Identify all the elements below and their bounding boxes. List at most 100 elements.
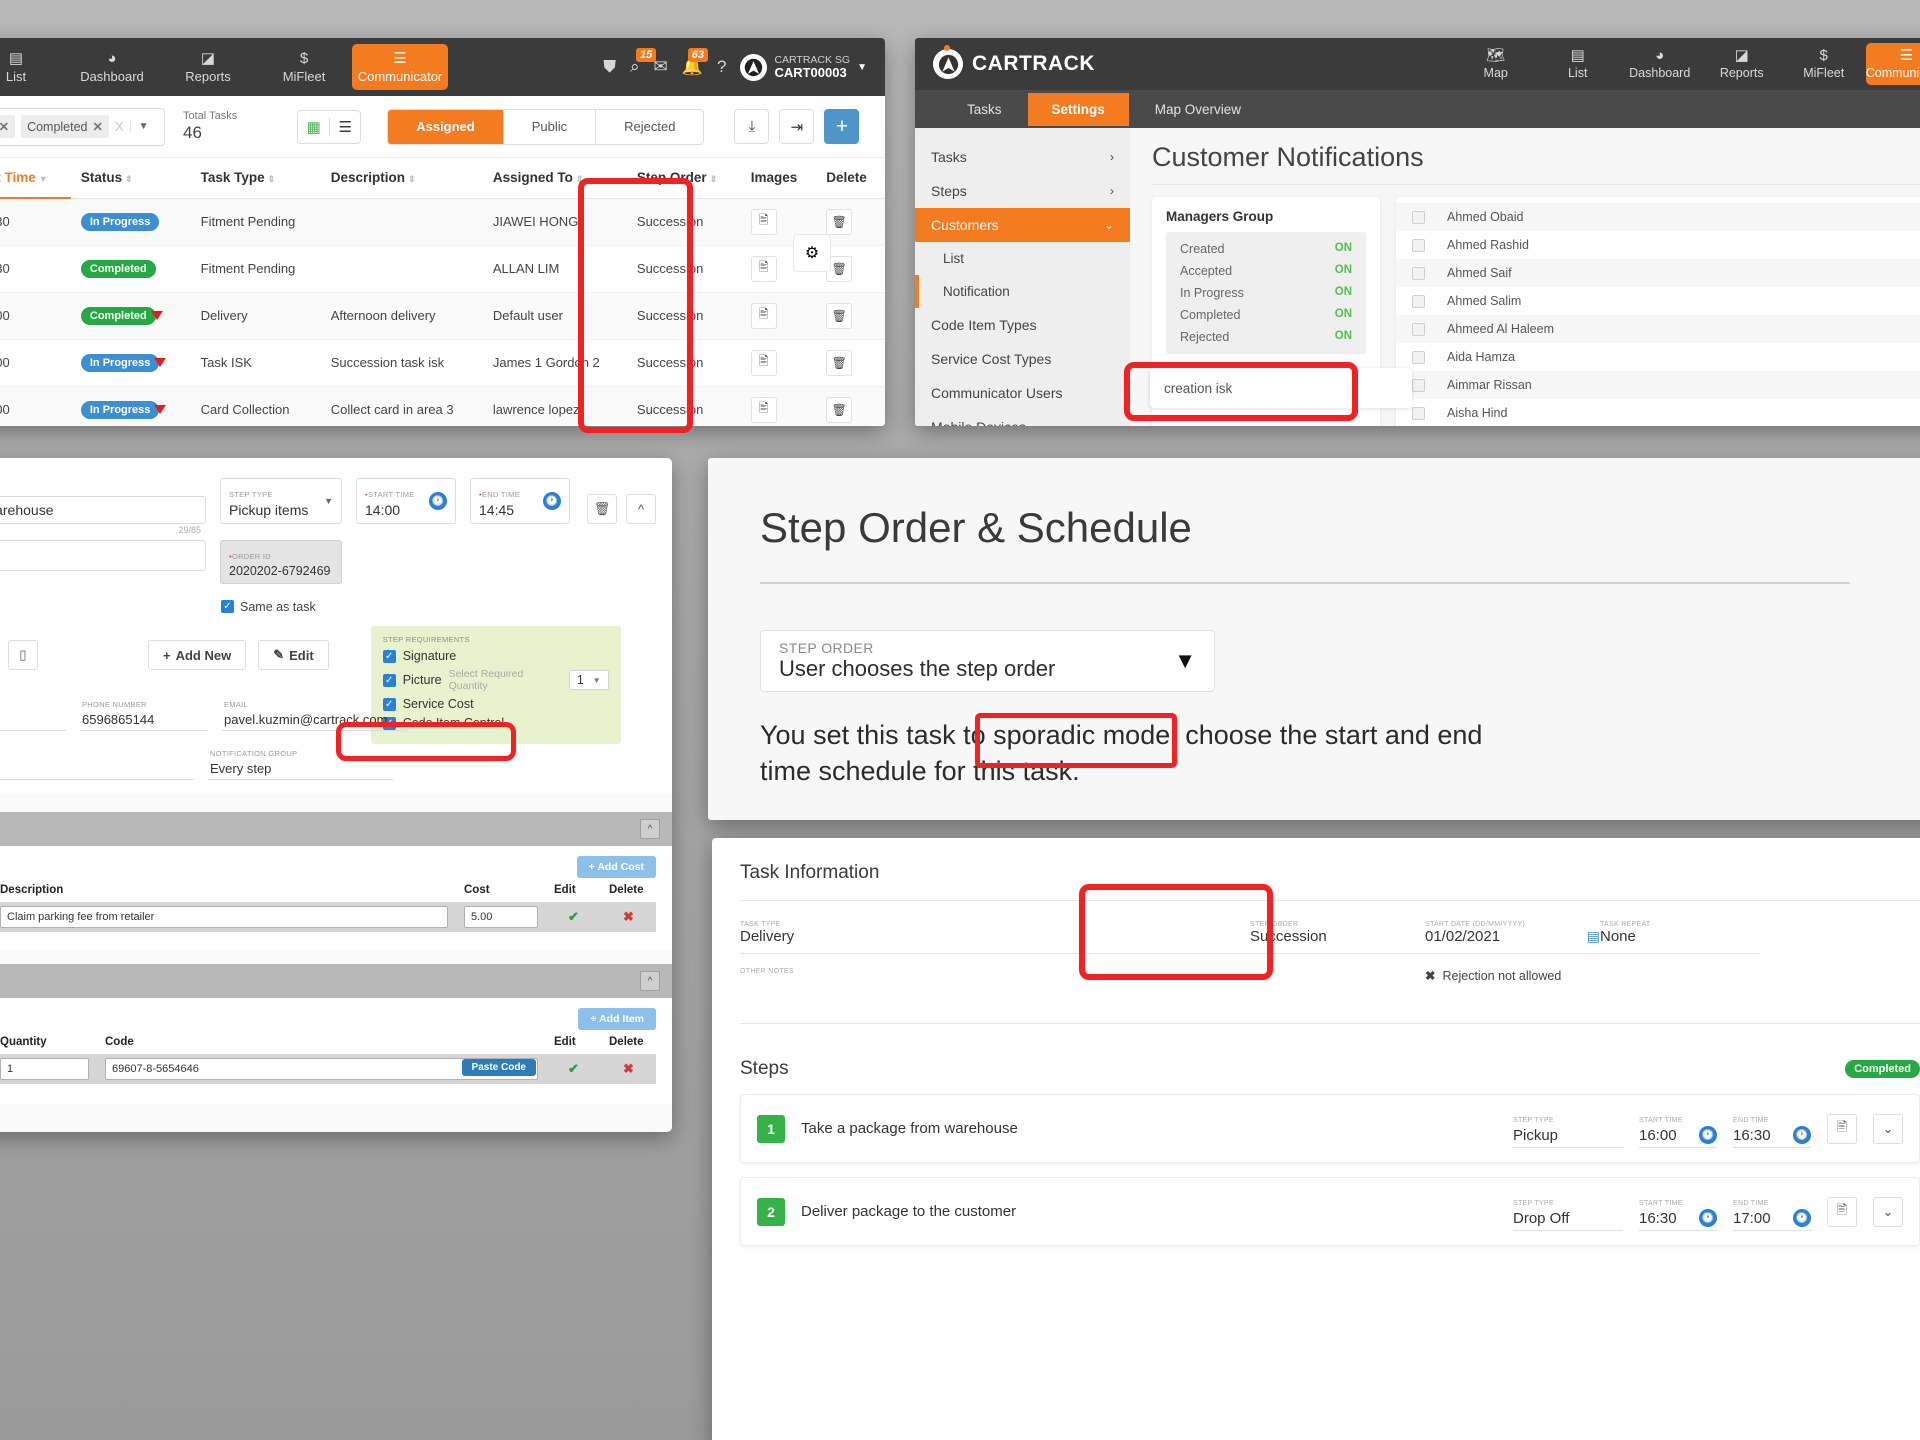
image-icon[interactable]: 🖹 [750,349,777,376]
sidebar-item-customers[interactable]: Customers ⌄ [915,208,1130,242]
sidebar-item-steps[interactable]: Steps › [915,174,1130,208]
list-item[interactable]: Aimmar Rissan [1396,371,1920,399]
contact-name-field[interactable] [0,703,66,731]
chevron-down-icon[interactable]: ▼ [324,496,333,506]
row-checkbox[interactable] [1412,266,1425,280]
nav-item-map[interactable]: 🗺 Map [1456,38,1536,90]
table-row[interactable]: , 19:00CompletedDeliveryAfternoon delive… [0,292,885,340]
row-checkbox[interactable] [1412,238,1425,252]
add-new-button[interactable]: + Add New [148,640,247,670]
step-row[interactable]: 2 Deliver package to the customer STEP TYP… [740,1177,1920,1246]
notification-status-row[interactable]: Created ON [1168,238,1364,260]
nav-item-list[interactable]: ▤ List [0,38,64,96]
notification-status-row[interactable]: Completed ON [1168,304,1364,326]
expand-step-button[interactable]: ⌄ [1873,1113,1903,1144]
nav-item-dashboard[interactable]: ◕ Dashboard [1620,38,1700,90]
sidebar-item-list[interactable]: List [915,242,1130,275]
clock-icon[interactable]: 🕐 [1793,1209,1811,1227]
quantity-select[interactable]: 1 ▼ [568,670,609,690]
email-field[interactable]: EMAIL pavel.kuzmin@cartrack.com [222,692,407,731]
search-icon[interactable]: ⌕ 15 [630,48,657,77]
clock-icon[interactable]: 🕐 [1699,1209,1717,1227]
calendar-icon[interactable]: ▤ [1587,928,1600,945]
chevron-down-icon[interactable]: ▼ [1174,648,1196,674]
notification-status-row[interactable]: Rejected ON [1168,326,1364,348]
nav-item-reports[interactable]: ◪ Reports [1702,38,1782,90]
add-task-button[interactable]: + [824,109,860,144]
step-document-icon[interactable]: 🖹 [1827,1113,1857,1144]
clock-icon[interactable]: 🕐 [429,492,447,510]
account-menu[interactable]: CARTRACK SG CART00003 ▼ [740,53,867,81]
list-view-icon[interactable]: ☰ [329,117,360,136]
mail-icon[interactable]: ✉ [654,57,668,77]
status-toggle-value[interactable]: ON [1335,264,1352,278]
step-end-time-field[interactable]: •END TIME 14:45 🕐 [470,478,570,524]
step-name-field[interactable]: warehouse 29/85 [0,496,206,535]
table-row[interactable]: , 08:30CompletedFitment Pending ALLAN LIM… [0,245,885,293]
task-type-field[interactable]: TASK TYPE Delivery [740,921,1250,954]
list-item[interactable]: Aida Hamza [1396,343,1920,371]
step-type-select[interactable]: STEP TYPE Pickup items ▼ [220,478,342,524]
image-icon[interactable]: 🖹 [750,396,777,423]
cost-delete-icon[interactable]: ✖ [609,909,648,925]
nav-item-dashboard[interactable]: ◕ Dashboard [64,38,160,96]
col-task-type[interactable]: Task Type ⇕ [190,158,321,199]
column-settings-button[interactable]: ⚙ [793,234,831,272]
trash-icon[interactable]: 🗑 [826,349,853,376]
cell-images[interactable]: 🖹 [740,339,817,387]
col-start-time[interactable]: Start Time▼ [0,158,71,199]
step-order-select[interactable]: STEP ORDER User chooses the step order ▼ [760,630,1215,692]
row-checkbox[interactable] [1412,322,1425,336]
nav-item-mifleet[interactable]: $ MiFleet [1784,38,1864,90]
trash-icon[interactable]: 🗑 [826,208,853,235]
image-icon[interactable]: 🖹 [750,208,777,235]
bell-icon[interactable]: 🔔 63 [682,48,709,77]
row-checkbox[interactable] [1412,406,1425,420]
col-step-order[interactable]: Step Order ⇕ [626,158,741,199]
clock-icon[interactable]: 🕐 [543,492,561,510]
cell-delete[interactable]: 🗑 [816,339,885,387]
cell-images[interactable]: 🖹 [740,292,817,340]
step-address-field[interactable] [0,540,206,571]
tab-assigned[interactable]: Assigned [388,109,503,144]
requirement-code-item-control[interactable]: ✓ Code Item Control [382,716,609,730]
clear-filters-icon[interactable]: X [115,119,124,134]
chip-remove-icon[interactable]: ✕ [0,119,9,134]
list-item[interactable]: Ahmed Rashid [1396,231,1920,259]
grid-view-icon[interactable]: ▦ [298,118,329,136]
sidebar-item-notification[interactable]: Notification [915,275,1130,308]
delete-step-button[interactable]: 🗑 [587,494,617,524]
notification-group-field[interactable]: NOTIFICATION GROUP Every step [208,741,393,780]
step-document-icon[interactable]: 🖹 [1827,1196,1857,1227]
chevron-down-icon[interactable]: ▼ [129,121,149,132]
sidebar-item-communicator-users[interactable]: Communicator Users [915,376,1130,410]
col-description[interactable]: Description ⇕ [320,158,483,199]
cost-description-input[interactable]: Claim parking fee from retailer [0,906,448,928]
item-confirm-icon[interactable]: ✔ [554,1061,593,1077]
add-cost-button[interactable]: + Add Cost [576,856,656,878]
status-toggle-value[interactable]: ON [1335,242,1352,256]
row-checkbox[interactable] [1412,350,1425,364]
trash-icon[interactable]: 🗑 [826,396,853,423]
notification-status-row[interactable]: In Progress ON [1168,282,1364,304]
expand-step-button[interactable]: ⌄ [1873,1196,1903,1227]
step-start-time-field[interactable]: START TIME 16:30 🕐 [1639,1192,1717,1231]
filter-chip[interactable]: Completed ✕ [21,115,109,138]
nav-item-reports[interactable]: ◪ Reports [160,38,256,96]
step-type-field[interactable]: STEP TYPE Pickup [1513,1109,1623,1148]
subtab-settings[interactable]: Settings [1027,92,1129,126]
edit-button[interactable]: ✎ Edit [258,640,329,670]
sidebar-item-code-item-types[interactable]: Code Item Types [915,308,1130,342]
trash-icon[interactable]: 🗑 [826,302,853,329]
cell-images[interactable]: 🖹 [740,386,817,426]
filter-chip[interactable]: gress✕ [0,115,16,138]
shield-icon[interactable]: ⛊ [603,57,616,77]
task-repeat-field[interactable]: TASK REPEAT None [1600,921,1760,954]
notification-status-row[interactable]: Accepted ON [1168,260,1364,282]
download-button[interactable]: ⤓ [734,109,770,144]
sidebar-item-mobile-devices[interactable]: Mobile Devices [915,410,1130,426]
cost-confirm-icon[interactable]: ✔ [554,909,593,925]
row-checkbox[interactable] [1412,210,1425,224]
nav-item-mifleet[interactable]: $ MiFleet [256,38,352,96]
nav-item-communicator[interactable]: ☰ Communicator [352,44,448,90]
